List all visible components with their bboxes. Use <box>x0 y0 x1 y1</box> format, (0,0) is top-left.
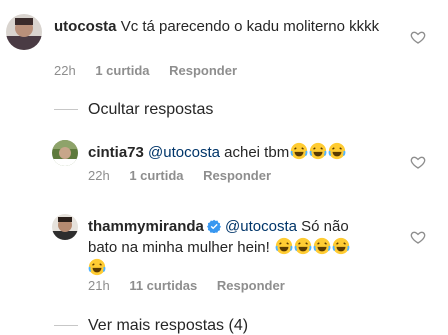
reply-time: 22h <box>88 168 110 183</box>
comment-text: utocosta Vc tá parecendo o kadu molitern… <box>54 16 399 37</box>
laughing-emoji-icon <box>293 237 312 256</box>
avatar-utocosta[interactable] <box>6 14 42 50</box>
likes-count[interactable]: 1 curtida <box>95 63 149 78</box>
comment-meta: 22h 1 curtida Responder <box>54 63 237 78</box>
divider-line <box>54 325 78 326</box>
laughing-emoji-icon <box>308 142 327 161</box>
verified-badge-icon <box>204 218 221 235</box>
reply-meta: 22h 1 curtida Responder <box>88 168 271 183</box>
laughing-emoji-icon <box>331 237 350 256</box>
reply-username[interactable]: thammymiranda <box>88 218 204 235</box>
hide-replies-button[interactable]: Ocultar respostas <box>88 101 213 119</box>
reply-mention[interactable]: @utocosta <box>225 218 297 235</box>
reply-button[interactable]: Responder <box>169 63 237 78</box>
reply-button[interactable]: Responder <box>217 278 285 293</box>
laughing-emoji-icon <box>88 258 106 277</box>
like-heart-icon[interactable] <box>410 29 426 45</box>
laughing-emoji-icon <box>312 237 331 256</box>
reply-username[interactable]: cintia73 <box>88 144 144 161</box>
laughing-emoji-icon <box>289 142 308 161</box>
reply-meta: 21h 11 curtidas Responder <box>88 278 285 293</box>
reply-button[interactable]: Responder <box>203 168 271 183</box>
reply-mention[interactable]: @utocosta <box>148 144 220 161</box>
laughing-emoji-icon <box>327 142 346 161</box>
reply-body-line2: bato na minha mulher hein! <box>88 239 270 256</box>
reply-text: thammymiranda @utocosta Só não bato na m… <box>88 216 388 279</box>
reply-text: cintia73 @utocosta achei tbm <box>88 142 346 163</box>
likes-count[interactable]: 11 curtidas <box>129 278 197 293</box>
avatar-cintia73[interactable] <box>52 140 78 166</box>
comment-username[interactable]: utocosta <box>54 18 117 35</box>
comment-time: 22h <box>54 63 76 78</box>
laughing-emoji-icon <box>274 237 293 256</box>
like-heart-icon[interactable] <box>410 229 426 245</box>
reply-body-line1: Só não <box>301 218 349 235</box>
comment-body: Vc tá parecendo o kadu moliterno kkkk <box>120 18 380 35</box>
view-more-replies-button[interactable]: Ver mais respostas (4) <box>88 317 248 335</box>
reply-time: 21h <box>88 278 110 293</box>
like-heart-icon[interactable] <box>410 154 426 170</box>
reply-body: achei tbm <box>224 144 290 161</box>
likes-count[interactable]: 1 curtida <box>129 168 183 183</box>
divider-line <box>54 109 78 110</box>
avatar-thammymiranda[interactable] <box>52 214 78 240</box>
